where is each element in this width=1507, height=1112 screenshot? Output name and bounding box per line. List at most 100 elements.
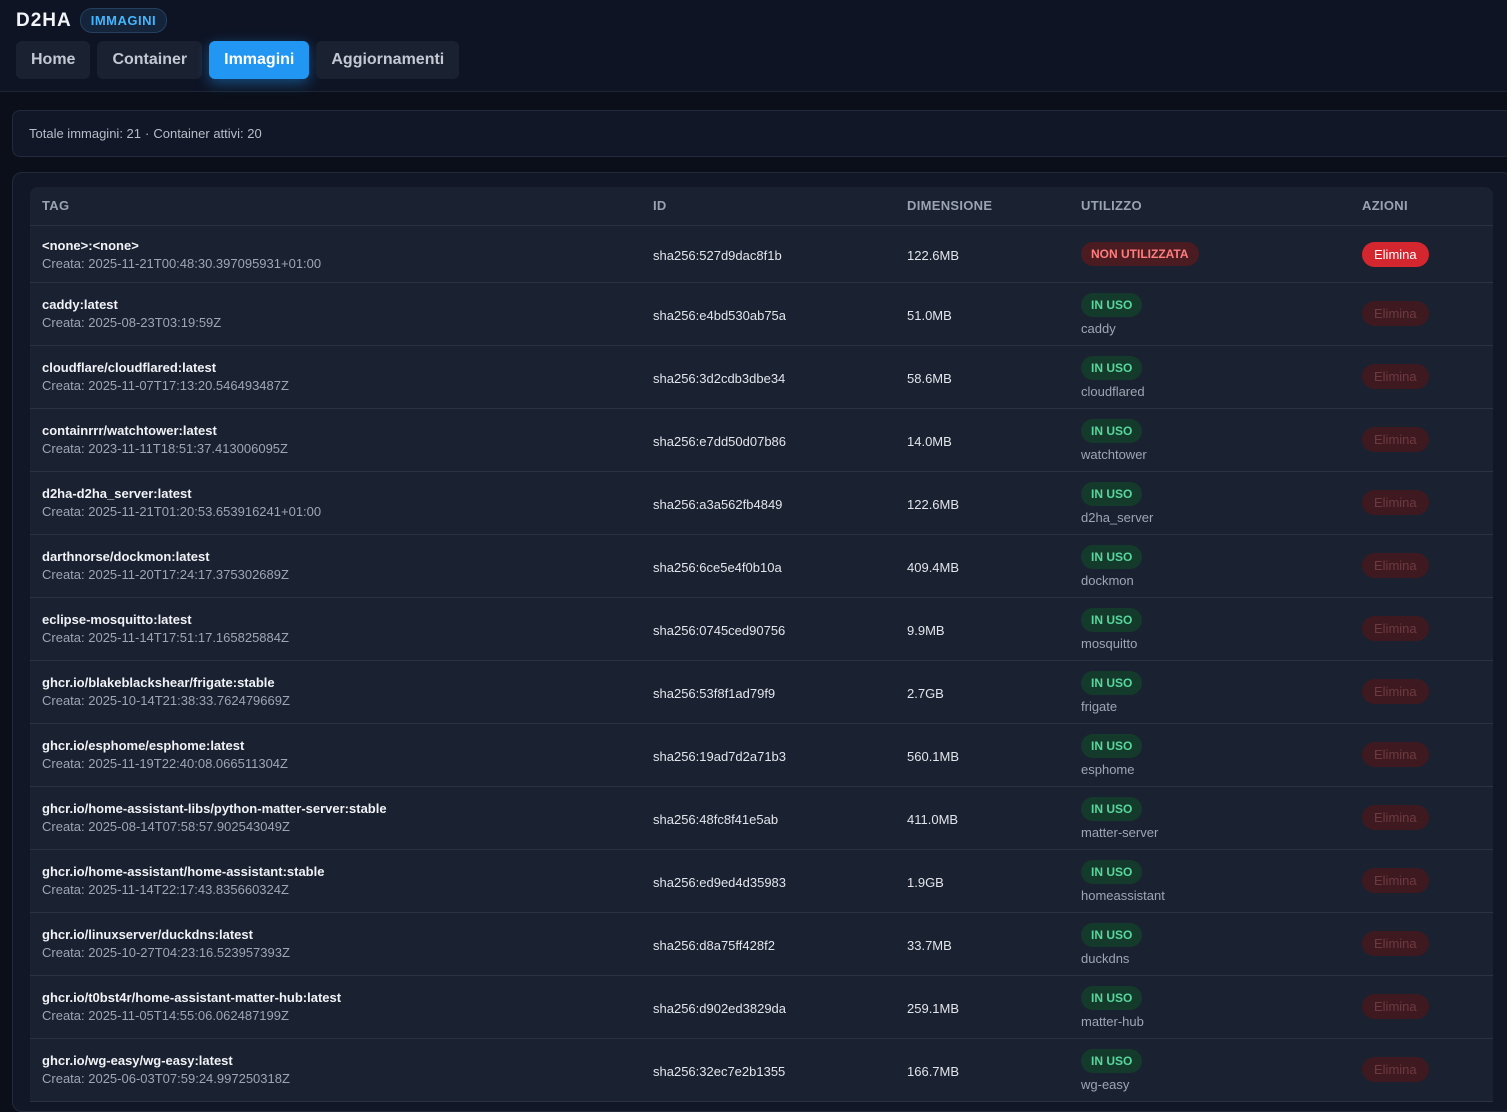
delete-image-button: Elimina: [1362, 364, 1429, 389]
table-row: ghcr.io/esphome/esphome:latest Creata: 20…: [30, 724, 1493, 787]
usage-container-name: matter-hub: [1081, 1014, 1144, 1029]
tab-container[interactable]: Container: [97, 41, 203, 79]
image-tag: ghcr.io/home-assistant/home-assistant:st…: [42, 864, 325, 879]
tab-aggiornamenti[interactable]: Aggiornamenti: [316, 41, 460, 79]
image-id: sha256:ed9ed4d35983: [653, 875, 787, 890]
delete-image-button: Elimina: [1362, 994, 1429, 1019]
image-tag: darthnorse/dockmon:latest: [42, 549, 210, 564]
image-created: Creata: 2023-11-11T18:51:37.413006095Z: [42, 441, 288, 456]
app-title: D2HA: [16, 9, 72, 31]
delete-image-button: Elimina: [1362, 490, 1429, 515]
top-bar: D2HA IMMAGINI Home Container Immagini Ag…: [0, 0, 1507, 92]
table-row: ghcr.io/linuxserver/duckdns:latest Creata…: [30, 913, 1493, 976]
usage-badge: IN USO: [1081, 293, 1143, 317]
table-row: ghcr.io/t0bst4r/home-assistant-matter-hu…: [30, 976, 1493, 1039]
image-created: Creata: 2025-11-14T22:17:43.835660324Z: [42, 882, 289, 897]
image-tag: ghcr.io/t0bst4r/home-assistant-matter-hu…: [42, 990, 342, 1005]
usage-badge: IN USO: [1081, 734, 1143, 758]
image-size: 58.6MB: [907, 371, 952, 386]
usage-badge: IN USO: [1081, 923, 1143, 947]
section-badge: IMMAGINI: [79, 8, 168, 33]
usage-badge: IN USO: [1081, 986, 1143, 1010]
image-created: Creata: 2025-11-21T00:48:30.397095931+01…: [42, 256, 322, 271]
image-id: sha256:e4bd530ab75a: [653, 308, 787, 323]
image-id: sha256:0745ced90756: [653, 623, 786, 638]
image-size: 51.0MB: [907, 308, 952, 323]
image-size: 14.0MB: [907, 434, 952, 449]
column-header-actions: AZIONI: [1362, 198, 1408, 213]
image-size: 259.1MB: [907, 1001, 960, 1016]
column-header-id: ID: [653, 198, 667, 213]
image-created: Creata: 2025-11-14T17:51:17.165825884Z: [42, 630, 289, 645]
usage-badge: IN USO: [1081, 356, 1143, 380]
usage-badge: IN USO: [1081, 482, 1143, 506]
usage-container-name: homeassistant: [1081, 888, 1165, 903]
tab-home[interactable]: Home: [16, 41, 91, 79]
delete-image-button: Elimina: [1362, 868, 1429, 893]
image-size: 411.0MB: [907, 812, 959, 827]
usage-container-name: esphome: [1081, 762, 1135, 777]
image-created: Creata: 2025-08-14T07:58:57.902543049Z: [42, 819, 290, 834]
images-summary: Totale immagini: 21 · Container attivi: …: [12, 110, 1507, 157]
image-size: 560.1MB: [907, 749, 960, 764]
brand: D2HA IMMAGINI: [16, 8, 168, 33]
usage-container-name: d2ha_server: [1081, 510, 1154, 525]
delete-image-button[interactable]: Elimina: [1362, 242, 1429, 267]
delete-image-button: Elimina: [1362, 742, 1429, 767]
image-tag: caddy:latest: [42, 297, 118, 312]
image-created: Creata: 2025-11-07T17:13:20.546493487Z: [42, 378, 289, 393]
image-size: 9.9MB: [907, 623, 945, 638]
image-created: Creata: 2025-11-21T01:20:53.653916241+01…: [42, 504, 322, 519]
image-id: sha256:53f8f1ad79f9: [653, 686, 776, 701]
usage-container-name: wg-easy: [1081, 1077, 1130, 1092]
image-created: Creata: 2025-06-03T07:59:24.997250318Z: [42, 1071, 290, 1086]
image-id: sha256:e7dd50d07b86: [653, 434, 787, 449]
usage-badge: IN USO: [1081, 860, 1143, 884]
image-created: Creata: 2025-10-14T21:38:33.762479669Z: [42, 693, 290, 708]
table-body: <none>:<none> Creata: 2025-11-21T00:48:30…: [30, 226, 1493, 1102]
image-size: 1.9GB: [907, 875, 944, 890]
image-created: Creata: 2025-11-05T14:55:06.062487199Z: [42, 1008, 289, 1023]
column-header-tag: TAG: [42, 198, 70, 213]
usage-badge: NON UTILIZZATA: [1081, 242, 1199, 266]
main-nav: Home Container Immagini Aggiornamenti: [16, 41, 460, 79]
image-created: Creata: 2025-10-27T04:23:16.523957393Z: [42, 945, 290, 960]
image-tag: ghcr.io/home-assistant-libs/python-matte…: [42, 801, 387, 816]
tab-immagini[interactable]: Immagini: [209, 41, 310, 79]
usage-container-name: dockmon: [1081, 573, 1134, 588]
usage-badge: IN USO: [1081, 545, 1143, 569]
table-header: TAG ID DIMENSIONE UTILIZZO AZIONI: [30, 187, 1493, 226]
usage-badge: IN USO: [1081, 671, 1143, 695]
usage-badge: IN USO: [1081, 608, 1143, 632]
delete-image-button: Elimina: [1362, 805, 1429, 830]
image-size: 2.7GB: [907, 686, 944, 701]
image-size: 122.6MB: [907, 248, 960, 263]
usage-container-name: matter-server: [1081, 825, 1159, 840]
delete-image-button: Elimina: [1362, 301, 1429, 326]
active-containers-count: Container attivi: 20: [153, 126, 262, 141]
usage-container-name: caddy: [1081, 321, 1116, 336]
image-tag: ghcr.io/esphome/esphome:latest: [42, 738, 245, 753]
image-tag: ghcr.io/wg-easy/wg-easy:latest: [42, 1053, 233, 1068]
delete-image-button: Elimina: [1362, 553, 1429, 578]
usage-container-name: frigate: [1081, 699, 1118, 714]
image-size: 409.4MB: [907, 560, 960, 575]
column-header-size: DIMENSIONE: [907, 198, 993, 213]
image-id: sha256:19ad7d2a71b3: [653, 749, 787, 764]
total-images-count: Totale immagini: 21: [29, 126, 141, 141]
image-id: sha256:3d2cdb3dbe34: [653, 371, 786, 386]
image-tag: containrrr/watchtower:latest: [42, 423, 217, 438]
table-row: <none>:<none> Creata: 2025-11-21T00:48:30…: [30, 226, 1493, 283]
image-tag: cloudflare/cloudflared:latest: [42, 360, 217, 375]
table-row: ghcr.io/blakeblackshear/frigate:stable Cr…: [30, 661, 1493, 724]
usage-container-name: cloudflared: [1081, 384, 1145, 399]
image-size: 166.7MB: [907, 1064, 960, 1079]
usage-badge: IN USO: [1081, 797, 1143, 821]
delete-image-button: Elimina: [1362, 427, 1429, 452]
table-row: cloudflare/cloudflared:latest Creata: 202…: [30, 346, 1493, 409]
image-id: sha256:d902ed3829da: [653, 1001, 787, 1016]
table-row: containrrr/watchtower:latest Creata: 2023…: [30, 409, 1493, 472]
summary-separator: ·: [145, 126, 150, 141]
column-header-usage: UTILIZZO: [1081, 198, 1142, 213]
image-created: Creata: 2025-11-19T22:40:08.066511304Z: [42, 756, 288, 771]
